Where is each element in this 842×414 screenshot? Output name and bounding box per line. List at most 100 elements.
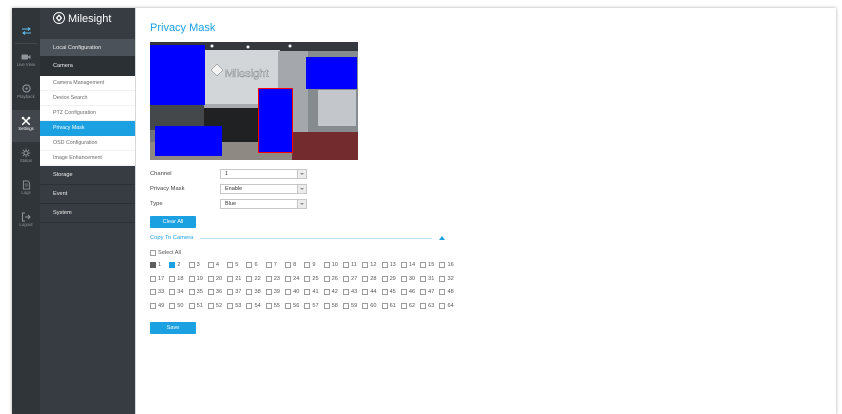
channel-checkbox[interactable] [285,262,292,268]
channel-checkbox[interactable] [439,303,446,310]
channel-option[interactable]: 6 [246,260,265,270]
channel-option[interactable]: 14 [400,260,420,270]
channel-checkbox[interactable] [285,289,292,296]
channel-option[interactable]: 53 [227,301,246,311]
channel-option[interactable]: 52 [207,301,227,311]
channel-option[interactable]: 33 [150,287,169,297]
channel-checkbox[interactable] [246,303,253,310]
channel-checkbox[interactable] [439,275,446,282]
channel-option[interactable]: 12 [362,260,381,270]
channel-checkbox[interactable] [400,275,407,282]
channel-option[interactable]: 48 [439,287,458,297]
channel-checkbox[interactable] [227,262,234,268]
channel-option[interactable]: 31 [420,274,439,284]
submenu-privacy-mask[interactable]: Privacy Mask [40,121,135,136]
channel-checkbox[interactable] [342,262,349,268]
menu-storage[interactable]: Storage [40,166,135,185]
channel-checkbox[interactable] [169,262,176,268]
nav-logs[interactable]: Logs [12,174,40,206]
channel-checkbox[interactable] [342,303,349,310]
channel-checkbox[interactable] [304,262,311,268]
channel-option[interactable]: 24 [285,274,304,284]
channel-option[interactable]: 10 [323,260,343,270]
channel-option[interactable]: 32 [439,274,458,284]
channel-checkbox[interactable] [362,303,369,310]
submenu-device-search[interactable]: Device Search [40,91,135,106]
channel-checkbox[interactable] [207,289,214,296]
channel-checkbox[interactable] [188,262,195,268]
channel-option[interactable]: 27 [342,274,362,284]
channel-option[interactable]: 25 [304,274,323,284]
channel-option[interactable]: 17 [150,274,169,284]
channel-option[interactable]: 30 [400,274,420,284]
channel-option[interactable]: 35 [188,287,208,297]
channel-option[interactable]: 28 [362,274,381,284]
submenu-ptz-configuration[interactable]: PTZ Configuration [40,106,135,121]
channel-option[interactable]: 37 [227,287,246,297]
channel-option[interactable]: 2 [169,260,188,270]
channel-checkbox[interactable] [246,262,253,268]
channel-checkbox[interactable] [362,289,369,296]
channel-option[interactable]: 57 [304,301,323,311]
channel-checkbox[interactable] [227,275,234,282]
channel-checkbox[interactable] [188,275,195,282]
channel-option[interactable]: 11 [342,260,362,270]
channel-checkbox[interactable] [439,289,446,296]
channel-checkbox[interactable] [304,289,311,296]
channel-checkbox[interactable] [342,275,349,282]
channel-checkbox[interactable] [188,303,195,310]
chevron-down-icon[interactable] [297,170,306,178]
select-all-option[interactable]: Select All [150,248,181,258]
channel-option[interactable]: 7 [265,260,285,270]
channel-checkbox[interactable] [362,275,369,282]
channel-checkbox[interactable] [381,303,388,310]
nav-playback[interactable]: Playback [12,78,40,110]
menu-system[interactable]: System [40,204,135,223]
swap-arrows-icon[interactable] [12,25,40,37]
channel-option[interactable]: 62 [400,301,420,311]
channel-checkbox[interactable] [150,303,156,310]
channel-option[interactable]: 44 [362,287,381,297]
channel-option[interactable]: 22 [246,274,265,284]
channel-checkbox[interactable] [381,262,388,268]
privacy-mask-area[interactable] [306,57,357,89]
submenu-osd-configuration[interactable]: OSD Configuration [40,136,135,151]
channel-checkbox[interactable] [342,289,349,296]
chevron-down-icon[interactable] [297,200,306,208]
video-preview[interactable]: Milesight [150,42,358,160]
channel-option[interactable]: 56 [285,301,304,311]
channel-option[interactable]: 38 [246,287,265,297]
channel-option[interactable]: 4 [207,260,227,270]
channel-checkbox[interactable] [227,289,234,296]
channel-option[interactable]: 63 [420,301,439,311]
channel-option[interactable]: 64 [439,301,458,311]
channel-option[interactable]: 40 [285,287,304,297]
channel-option[interactable]: 29 [381,274,401,284]
channel-checkbox[interactable] [420,262,427,268]
copy-to-camera-heading[interactable]: Copy To Camera [150,233,193,243]
channel-checkbox[interactable] [207,303,214,310]
submenu-camera-management[interactable]: Camera Management [40,76,135,91]
save-button[interactable]: Save [150,322,196,334]
nav-status[interactable]: Status [12,142,40,174]
select-all-checkbox[interactable] [150,250,156,256]
channel-option[interactable]: 36 [207,287,227,297]
channel-checkbox[interactable] [439,262,446,268]
channel-checkbox[interactable] [285,303,292,310]
channel-checkbox[interactable] [400,289,407,296]
channel-option[interactable]: 61 [381,301,401,311]
channel-checkbox[interactable] [246,289,253,296]
channel-option[interactable]: 42 [323,287,343,297]
channel-checkbox[interactable] [304,275,311,282]
nav-live-view[interactable]: Live View [12,46,40,78]
channel-option[interactable]: 60 [362,301,381,311]
channel-option[interactable]: 58 [323,301,343,311]
channel-option[interactable]: 18 [169,274,188,284]
channel-checkbox[interactable] [323,289,330,296]
menu-local-configuration[interactable]: Local Configuration [40,39,135,56]
channel-checkbox[interactable] [265,303,272,310]
channel-option[interactable]: 5 [227,260,246,270]
channel-checkbox[interactable] [169,275,176,282]
channel-option[interactable]: 13 [381,260,401,270]
channel-checkbox[interactable] [150,289,156,296]
